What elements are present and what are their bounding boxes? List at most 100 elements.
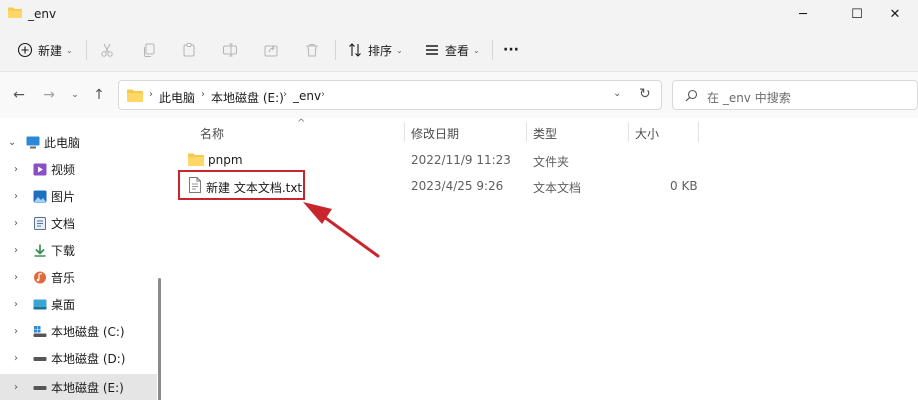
- sort-icon: [346, 41, 364, 59]
- minimize-button[interactable]: ─: [780, 0, 826, 28]
- arrow-left-icon: ←: [13, 87, 25, 103]
- trash-icon: [303, 41, 321, 59]
- music-icon: [34, 271, 46, 283]
- search-icon: [685, 89, 698, 102]
- navigation-pane: ⌄ 此电脑 › 视频 › 图片 › 文档 › 下载 › 音乐 › 桌面 › 本地…: [0, 118, 165, 400]
- search-placeholder: 在 _env 中搜索: [707, 91, 791, 105]
- folder-icon: [127, 89, 143, 102]
- share-icon: [262, 41, 280, 59]
- column-divider[interactable]: [526, 122, 527, 142]
- command-bar: 新建 ⌄ 排序 ⌄ 查看 ⌄ ···: [0, 28, 918, 72]
- column-header-type[interactable]: 类型: [533, 125, 557, 142]
- rename-button[interactable]: [221, 39, 239, 61]
- chevron-right-icon: ›: [14, 298, 18, 310]
- chevron-down-icon: ⌄: [8, 136, 17, 148]
- address-history-chevron-icon[interactable]: ⌄: [613, 88, 621, 99]
- annotation-arrow-icon: [303, 202, 380, 258]
- plus-circle-icon: [16, 41, 34, 59]
- chevron-right-icon: ›: [14, 271, 18, 283]
- drive-icon: [33, 356, 47, 361]
- view-list-icon: [423, 41, 441, 59]
- chevron-down-icon: ⌄: [473, 45, 480, 55]
- view-button[interactable]: 查看 ⌄: [423, 39, 480, 61]
- drive-icon: [33, 385, 47, 390]
- sidebar-item-label: 文档: [51, 216, 76, 231]
- chevron-right-icon: ›: [14, 325, 18, 337]
- column-divider[interactable]: [698, 122, 699, 142]
- maximize-icon: ☐: [851, 6, 863, 22]
- file-type: 文本文档: [533, 181, 582, 195]
- file-type: 文件夹: [533, 155, 570, 169]
- sidebar-item-this-pc[interactable]: ⌄ 此电脑: [0, 129, 157, 155]
- file-modified: 2022/11/9 11:23: [411, 153, 511, 167]
- sidebar-item-music[interactable]: › 音乐: [0, 264, 157, 290]
- monitor-icon: [26, 136, 40, 148]
- delete-button[interactable]: [303, 39, 321, 61]
- copy-icon: [140, 41, 158, 59]
- sidebar-item-desktop[interactable]: › 桌面: [0, 291, 157, 317]
- sidebar-item-label: 音乐: [51, 270, 76, 285]
- document-icon: [34, 216, 46, 230]
- sidebar-item-label: 此电脑: [44, 135, 81, 150]
- back-button[interactable]: ←: [8, 85, 30, 105]
- breadcrumb-this-pc[interactable]: 此电脑: [159, 89, 195, 106]
- search-box[interactable]: 在 _env 中搜索: [672, 80, 918, 110]
- recent-locations-button[interactable]: ⌄: [64, 85, 86, 105]
- forward-button[interactable]: →: [38, 85, 60, 105]
- folder-icon: [8, 7, 22, 18]
- sidebar-scrollbar[interactable]: [158, 278, 161, 400]
- sidebar-item-label: 本地磁盘 (D:): [51, 351, 126, 366]
- sidebar-item-videos[interactable]: › 视频: [0, 156, 157, 182]
- sidebar-item-label: 本地磁盘 (E:): [51, 380, 124, 395]
- chevron-right-icon: ›: [14, 381, 18, 393]
- breadcrumb-separator-icon: ›: [149, 89, 153, 100]
- column-header-modified[interactable]: 修改日期: [411, 125, 459, 142]
- address-bar[interactable]: › 此电脑 › 本地磁盘 (E:) › _env › ⌄ ↻: [118, 80, 662, 110]
- breadcrumb-drive-e[interactable]: 本地磁盘 (E:): [211, 89, 284, 106]
- breadcrumb-env[interactable]: _env: [293, 89, 321, 103]
- copy-button[interactable]: [140, 39, 158, 61]
- desktop-icon: [33, 299, 47, 309]
- sidebar-item-pictures[interactable]: › 图片: [0, 183, 157, 209]
- up-button[interactable]: ↑: [88, 85, 110, 105]
- refresh-icon[interactable]: ↻: [639, 86, 651, 102]
- new-button[interactable]: 新建 ⌄: [16, 39, 73, 61]
- sidebar-item-label: 图片: [51, 189, 76, 204]
- cut-button[interactable]: [98, 39, 116, 61]
- chevron-right-icon: ›: [14, 244, 18, 256]
- toolbar-divider: [86, 40, 87, 60]
- sidebar-item-drive-d[interactable]: › 本地磁盘 (D:): [0, 345, 157, 371]
- chevron-right-icon: ›: [14, 352, 18, 364]
- column-header-size[interactable]: 大小: [635, 125, 659, 142]
- chevron-right-icon: ›: [14, 163, 18, 175]
- sidebar-item-drive-c[interactable]: › 本地磁盘 (C:): [0, 318, 157, 344]
- scissors-icon: [98, 41, 116, 59]
- file-modified: 2023/4/25 9:26: [411, 179, 504, 193]
- picture-icon: [33, 190, 47, 202]
- column-divider[interactable]: [628, 122, 629, 142]
- share-button[interactable]: [262, 39, 280, 61]
- view-button-label: 查看: [445, 43, 470, 58]
- chevron-right-icon: ›: [14, 217, 18, 229]
- drive-icon: [33, 325, 47, 337]
- paste-button[interactable]: [180, 39, 198, 61]
- minimize-icon: ─: [799, 6, 807, 22]
- close-button[interactable]: ✕: [872, 0, 918, 28]
- sidebar-item-drive-e[interactable]: › 本地磁盘 (E:): [0, 374, 157, 400]
- chevron-down-icon: ⌄: [396, 45, 403, 55]
- sort-button-label: 排序: [368, 43, 393, 58]
- arrow-right-icon: →: [43, 87, 55, 103]
- sidebar-item-label: 桌面: [51, 297, 76, 312]
- sidebar-item-downloads[interactable]: › 下载: [0, 237, 157, 263]
- breadcrumb-separator-icon: ›: [321, 89, 325, 100]
- address-row: ← → ⌄ ↑ › 此电脑 › 本地磁盘 (E:) › _env › ⌄ ↻ 在…: [0, 72, 918, 118]
- toolbar-divider: [335, 40, 336, 60]
- sidebar-item-label: 视频: [51, 162, 76, 177]
- sidebar-item-documents[interactable]: › 文档: [0, 210, 157, 236]
- sort-button[interactable]: 排序 ⌄: [346, 39, 403, 61]
- more-options-button[interactable]: ···: [503, 39, 519, 61]
- download-icon: [34, 244, 46, 257]
- chevron-right-icon: ›: [14, 190, 18, 202]
- clipboard-icon: [180, 41, 198, 59]
- more-icon: ···: [503, 42, 519, 58]
